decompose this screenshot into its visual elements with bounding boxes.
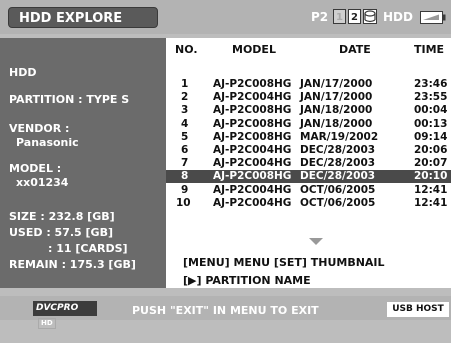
row-date: OCT/06/2005 bbox=[300, 196, 376, 209]
row-time: 20:06 bbox=[414, 144, 448, 156]
row-model: AJ-P2C008HG bbox=[213, 170, 292, 183]
row-date: JAN/18/2000 bbox=[300, 117, 373, 130]
table-row[interactable]: 2 AJ-P2C004HG JAN/17/2000 23:55 bbox=[166, 91, 451, 104]
table-row[interactable]: 10 AJ-P2C004HG OCT/06/2005 12:41 bbox=[166, 197, 451, 210]
row-number: 8 bbox=[181, 170, 189, 183]
remain-info: REMAIN : 175.3 [GB] bbox=[9, 258, 136, 271]
row-date: DEC/28/2003 bbox=[300, 170, 376, 183]
row-date: OCT/06/2005 bbox=[300, 183, 376, 196]
row-number: 9 bbox=[181, 183, 189, 196]
row-number: 1 bbox=[181, 78, 189, 90]
row-date: DEC/28/2003 bbox=[300, 144, 376, 156]
hd-logo-badge: HD bbox=[38, 318, 56, 329]
row-number: 7 bbox=[181, 157, 189, 170]
row-date: JAN/18/2000 bbox=[300, 104, 373, 117]
table-row[interactable]: 3 AJ-P2C008HG JAN/18/2000 00:04 bbox=[166, 104, 451, 117]
table-row[interactable]: 8 AJ-P2C008HG DEC/28/2003 20:10 bbox=[166, 170, 451, 184]
row-date: MAR/19/2002 bbox=[300, 130, 379, 143]
card-slot-2-indicator: 2 bbox=[348, 9, 361, 24]
dvcpro-hd-logo: DVCPRO HD bbox=[33, 301, 97, 329]
vendor-label: VENDOR : bbox=[9, 122, 70, 135]
table-row[interactable]: 4 AJ-P2C008HG JAN/18/2000 00:13 bbox=[166, 118, 451, 131]
device-label: HDD bbox=[9, 66, 37, 79]
row-model: AJ-P2C004HG bbox=[213, 196, 292, 209]
partition-list-panel: NO. MODEL DATE TIME 1 AJ-P2C008HG JAN/17/2… bbox=[166, 38, 451, 288]
row-time: 20:07 bbox=[414, 157, 448, 170]
hdd-info-panel: HDD PARTITION : TYPE S VENDOR : Panasoni… bbox=[0, 38, 166, 288]
row-number: 2 bbox=[181, 91, 189, 104]
row-number: 5 bbox=[181, 130, 189, 143]
row-time: 12:41 bbox=[414, 196, 448, 209]
status-message: PUSH "EXIT" IN MENU TO EXIT bbox=[132, 304, 319, 317]
row-number: 10 bbox=[176, 196, 191, 209]
row-time: 00:13 bbox=[414, 117, 448, 130]
table-row[interactable]: 9 AJ-P2C004HG OCT/06/2005 12:41 bbox=[166, 184, 451, 197]
table-row[interactable]: 1 AJ-P2C008HG JAN/17/2000 23:46 bbox=[166, 78, 451, 91]
row-number: 3 bbox=[181, 104, 189, 117]
p2-label: P2 bbox=[311, 10, 329, 24]
dvcpro-logo-text: DVCPRO bbox=[36, 303, 79, 313]
hdd-label: HDD bbox=[383, 10, 413, 24]
row-model: AJ-P2C008HG bbox=[213, 78, 292, 90]
row-model: AJ-P2C004HG bbox=[213, 157, 292, 170]
model-value: xx01234 bbox=[16, 176, 69, 189]
row-model: AJ-P2C008HG bbox=[213, 104, 292, 117]
row-time: 09:14 bbox=[414, 130, 448, 143]
row-date: JAN/17/2000 bbox=[300, 91, 373, 104]
partition-info: PARTITION : TYPE S bbox=[9, 93, 130, 106]
cards-info: : 11 [CARDS] bbox=[48, 242, 128, 255]
used-info: USED : 57.5 [GB] bbox=[9, 226, 113, 239]
hdd-icon bbox=[363, 9, 377, 24]
row-time: 00:04 bbox=[414, 104, 448, 117]
partition-name-hint: [▶] PARTITION NAME bbox=[183, 274, 311, 287]
battery-icon bbox=[420, 11, 446, 24]
usb-host-badge: USB HOST bbox=[387, 302, 449, 317]
column-header-time: TIME bbox=[414, 43, 445, 56]
row-date: DEC/28/2003 bbox=[300, 157, 376, 170]
row-model: AJ-P2C004HG bbox=[213, 91, 292, 104]
vendor-value: Panasonic bbox=[16, 136, 79, 149]
row-time: 12:41 bbox=[414, 183, 448, 196]
hdd-explore-screen: HDD EXPLORE P2 1 2 HDD HDD PARTITION : T… bbox=[0, 0, 451, 343]
row-model: AJ-P2C008HG bbox=[213, 130, 292, 143]
table-row[interactable]: 6 AJ-P2C004HG DEC/28/2003 20:06 bbox=[166, 144, 451, 157]
column-header-no: NO. bbox=[175, 43, 198, 56]
row-model: AJ-P2C004HG bbox=[213, 183, 292, 196]
row-model: AJ-P2C004HG bbox=[213, 144, 292, 156]
table-row[interactable]: 5 AJ-P2C008HG MAR/19/2002 09:14 bbox=[166, 131, 451, 144]
size-info: SIZE : 232.8 [GB] bbox=[9, 210, 115, 223]
triangle-down-icon bbox=[309, 238, 323, 245]
card-slot-1-indicator: 1 bbox=[333, 9, 346, 24]
column-header-model: MODEL bbox=[232, 43, 276, 56]
row-number: 4 bbox=[181, 117, 189, 130]
table-row[interactable]: 7 AJ-P2C004HG DEC/28/2003 20:07 bbox=[166, 157, 451, 170]
model-label: MODEL : bbox=[9, 162, 62, 175]
menu-hint: [MENU] MENU [SET] THUMBNAIL bbox=[183, 256, 385, 269]
row-time: 23:46 bbox=[414, 78, 448, 90]
row-model: AJ-P2C008HG bbox=[213, 117, 292, 130]
column-header-date: DATE bbox=[339, 43, 371, 56]
row-number: 6 bbox=[181, 144, 189, 156]
row-date: JAN/17/2000 bbox=[300, 78, 373, 90]
top-bar: HDD EXPLORE P2 1 2 HDD bbox=[0, 0, 451, 34]
screen-title: HDD EXPLORE bbox=[8, 7, 158, 28]
row-time: 20:10 bbox=[414, 170, 448, 183]
row-time: 23:55 bbox=[414, 91, 448, 104]
